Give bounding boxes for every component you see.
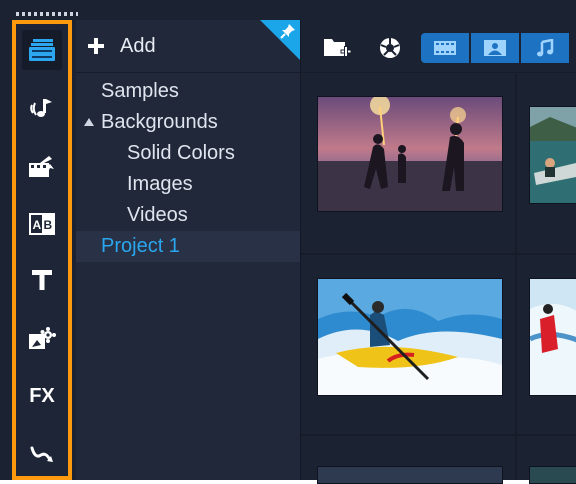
graphics-icon (29, 327, 56, 349)
tree-item-label: Solid Colors (127, 142, 235, 164)
library-panel: Add Samples Backgrounds Solid Colors Ima… (76, 20, 301, 480)
media-filter-group (421, 33, 576, 63)
audio-icon (30, 99, 52, 117)
top-strip (0, 0, 576, 20)
tree-item-samples[interactable]: Samples (76, 76, 300, 107)
tree-item-solid-colors[interactable]: Solid Colors (76, 138, 300, 169)
library-toolbar (301, 20, 576, 73)
media-library-button[interactable] (22, 30, 62, 70)
pin-icon[interactable] (280, 23, 296, 39)
video-filter-button[interactable] (421, 33, 469, 63)
expand-caret-icon[interactable] (84, 118, 94, 126)
tree-item-label: Samples (101, 80, 179, 102)
app-window: A B FX Add Samples Backgrounds Solid Col… (0, 0, 576, 484)
capture-button[interactable] (375, 34, 405, 62)
path-button[interactable] (22, 434, 62, 474)
audio-filter-icon (537, 39, 554, 57)
library-tree: Samples Backgrounds Solid Colors Images … (76, 76, 300, 262)
tree-item-label: Images (127, 173, 193, 195)
drag-grip[interactable] (16, 12, 78, 16)
filter-fx-button[interactable]: FX (22, 376, 62, 416)
tree-item-label: Project 1 (101, 235, 180, 257)
transition-button[interactable]: A B (22, 204, 62, 244)
audio-filter-button[interactable] (521, 33, 569, 63)
library-content (301, 20, 576, 484)
thumbnail-partial[interactable] (317, 466, 503, 484)
grid-divider (515, 74, 517, 480)
add-label: Add (120, 34, 156, 57)
photo-filter-icon (484, 40, 506, 56)
grid-divider (301, 253, 576, 255)
path-icon (30, 446, 53, 462)
media-library-icon (29, 39, 55, 61)
import-folder-icon (324, 39, 352, 57)
thumbnail-partial[interactable] (529, 466, 576, 484)
capture-icon (380, 38, 400, 58)
photo-filter-button[interactable] (471, 33, 519, 63)
tree-item-label: Videos (127, 204, 188, 226)
filter-fx-icon: FX (29, 384, 55, 407)
svg-text:A: A (33, 218, 42, 232)
svg-text:B: B (44, 218, 53, 232)
graphics-button[interactable] (22, 318, 62, 358)
library-header: Add (76, 20, 300, 73)
lake-boat-thumbnail[interactable] (529, 106, 576, 204)
transition-icon: A B (29, 213, 55, 235)
library-icon-rail: A B FX (12, 20, 72, 480)
instant-project-button[interactable] (22, 146, 62, 186)
tree-item-backgrounds[interactable]: Backgrounds (76, 107, 300, 138)
plus-icon (86, 36, 106, 56)
kayak-rapids-thumbnail[interactable] (317, 278, 503, 396)
tree-item-videos[interactable]: Videos (76, 200, 300, 231)
title-button[interactable] (22, 260, 62, 300)
tree-item-project-1[interactable]: Project 1 (76, 231, 300, 262)
grid-divider (301, 434, 576, 436)
whitewater-thumbnail[interactable] (529, 278, 576, 396)
beach-sparklers-thumbnail[interactable] (317, 96, 503, 212)
video-filter-icon (434, 41, 456, 55)
instant-project-icon (29, 156, 54, 177)
tree-item-images[interactable]: Images (76, 169, 300, 200)
title-icon (32, 270, 52, 290)
audio-button[interactable] (22, 87, 62, 127)
tree-item-label: Backgrounds (101, 111, 218, 133)
add-button[interactable]: Add (86, 32, 156, 60)
import-folder-button[interactable] (323, 34, 353, 62)
